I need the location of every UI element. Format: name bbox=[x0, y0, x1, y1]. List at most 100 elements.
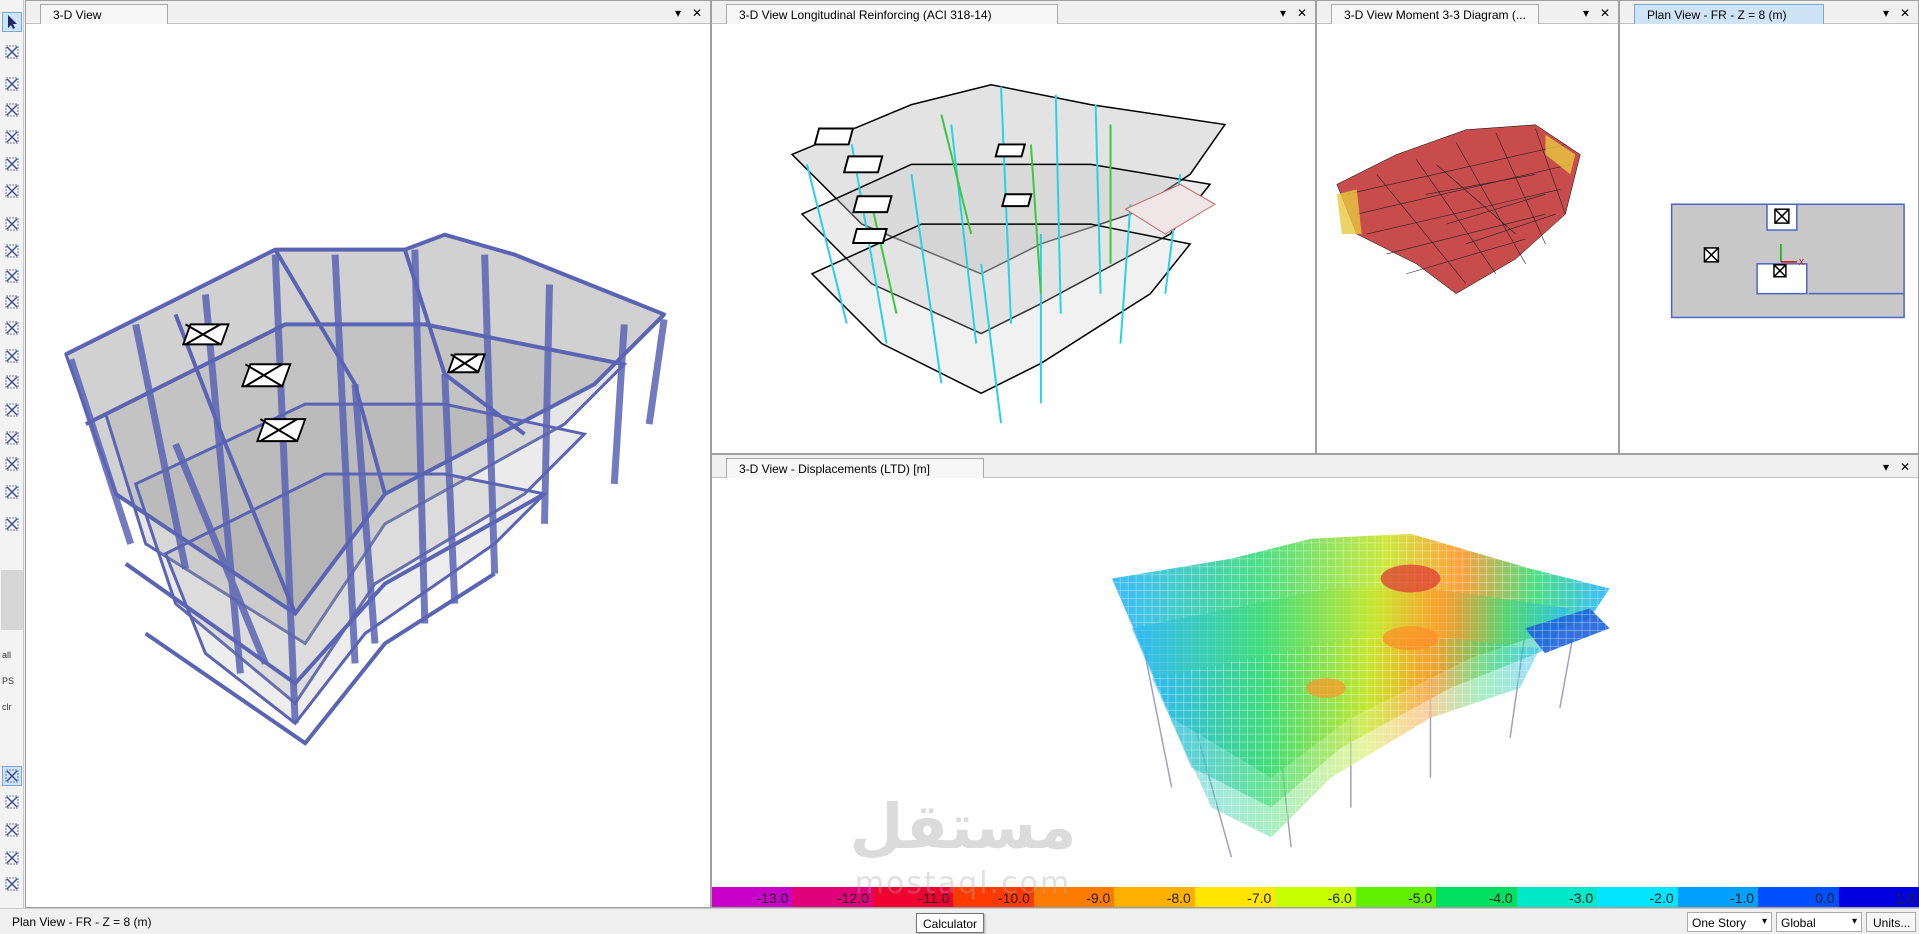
legend-label: -3.0 bbox=[1569, 890, 1594, 906]
floor-icon[interactable] bbox=[2, 241, 22, 261]
legend-segment: -8.0 bbox=[1114, 887, 1195, 907]
legend-label: -1.0 bbox=[1729, 890, 1755, 906]
chevron-down-icon[interactable]: ▾ bbox=[1578, 5, 1594, 21]
displacement-contour-3d bbox=[1111, 533, 1610, 858]
chevron-down-icon: ▾ bbox=[1851, 916, 1857, 927]
plan-drawing: X bbox=[1670, 203, 1905, 319]
status-text: Plan View - FR - Z = 8 (m) bbox=[12, 915, 152, 929]
close-icon[interactable]: ✕ bbox=[1294, 5, 1310, 21]
window-plan-view[interactable]: Plan View - FR - Z = 8 (m) ▾ ✕ X bbox=[1619, 0, 1919, 454]
window-displacements[interactable]: 3-D View - Displacements (LTD) [m] ▾ ✕ bbox=[711, 454, 1919, 908]
legend-label: -5.0 bbox=[1408, 890, 1433, 906]
window-titlebar: 3-D View Moment 3-3 Diagram (... ▾ ✕ bbox=[1317, 1, 1618, 24]
legend-label: -6.0 bbox=[1327, 890, 1352, 906]
viewport-moment[interactable] bbox=[1317, 25, 1618, 453]
tab-displacements[interactable]: 3-D View - Displacements (LTD) [m] bbox=[726, 458, 984, 478]
chevron-down-icon: ▾ bbox=[1761, 916, 1767, 927]
line-icon[interactable] bbox=[2, 74, 22, 94]
tab-3d-view[interactable]: 3-D View bbox=[40, 4, 168, 24]
window-moment-diagram[interactable]: 3-D View Moment 3-3 Diagram (... ▾ ✕ bbox=[1316, 0, 1619, 454]
coordinate-select-value: Global bbox=[1781, 916, 1816, 930]
legend-label: -2.0 bbox=[1649, 890, 1674, 906]
pointer-arrow-icon[interactable] bbox=[2, 12, 22, 32]
circle-area-icon[interactable] bbox=[2, 318, 22, 338]
select-clr-button[interactable]: clr bbox=[2, 702, 12, 712]
snap-intersection-icon[interactable] bbox=[2, 792, 22, 812]
select-PS-button[interactable]: PS bbox=[2, 676, 14, 686]
moment-fills bbox=[1336, 124, 1581, 294]
legend-label: -12.0 bbox=[837, 890, 869, 906]
rect-area-icon[interactable] bbox=[2, 266, 22, 286]
legend-segment: -10.0 bbox=[953, 887, 1034, 907]
snap-perpendicular-icon[interactable] bbox=[2, 820, 22, 840]
legend-label: -4.0 bbox=[1488, 890, 1513, 906]
frame-model-3d bbox=[64, 232, 668, 746]
wall-stack-icon[interactable] bbox=[2, 346, 22, 366]
chevron-down-icon[interactable]: ▾ bbox=[670, 5, 686, 21]
point-icon[interactable] bbox=[2, 400, 22, 420]
chevron-down-icon[interactable]: ▾ bbox=[1275, 5, 1291, 21]
close-icon[interactable]: ✕ bbox=[689, 5, 705, 21]
window-longitudinal-reinforcing[interactable]: 3-D View Longitudinal Reinforcing (ACI 3… bbox=[711, 0, 1316, 454]
draw-column-icon[interactable] bbox=[2, 154, 22, 174]
units-button[interactable]: Units... bbox=[1866, 912, 1916, 932]
tab-longitudinal-reinforcing[interactable]: 3-D View Longitudinal Reinforcing (ACI 3… bbox=[726, 4, 1058, 24]
close-icon[interactable]: ✕ bbox=[1897, 5, 1913, 21]
legend-label: -7.0 bbox=[1247, 890, 1272, 906]
legend-segment: -2.0 bbox=[1597, 887, 1678, 907]
snap-lines-icon[interactable] bbox=[2, 848, 22, 868]
snap-ends-icon[interactable] bbox=[2, 766, 22, 786]
contour-slabs bbox=[1111, 533, 1610, 838]
window-3d-view[interactable]: 3-D View ▾ ✕ bbox=[25, 0, 711, 908]
snap-grid-icon[interactable] bbox=[2, 874, 22, 894]
legend-segment: 1.0 bbox=[1838, 887, 1919, 907]
window-titlebar: 3-D View - Displacements (LTD) [m] ▾ ✕ bbox=[712, 455, 1918, 478]
coordinate-system-select[interactable]: Global ▾ bbox=[1776, 912, 1862, 932]
reshape-icon[interactable] bbox=[2, 42, 22, 62]
viewport-displacements[interactable] bbox=[712, 479, 1918, 907]
legend-label: -9.0 bbox=[1086, 890, 1111, 906]
etabs-main-window: all PS clr 3-D View ▾ ✕ 3-D View Longitu… bbox=[0, 0, 1919, 934]
axis-x-label: X bbox=[1799, 258, 1805, 267]
select-all-button[interactable]: all bbox=[2, 650, 11, 660]
draw-wall-icon[interactable] bbox=[2, 181, 22, 201]
draw-brace-icon[interactable] bbox=[2, 127, 22, 147]
legend-segment: -11.0 bbox=[872, 887, 954, 907]
legend-segment: -4.0 bbox=[1436, 887, 1517, 907]
viewport-reinforcing[interactable] bbox=[712, 25, 1315, 453]
legend-label: -8.0 bbox=[1166, 890, 1191, 906]
legend-segment: 0.0 bbox=[1758, 887, 1839, 907]
dimension-icon[interactable] bbox=[2, 514, 22, 534]
moment-diagram-3d bbox=[1336, 124, 1581, 294]
grid-icon[interactable] bbox=[2, 428, 22, 448]
link-icon[interactable] bbox=[2, 372, 22, 392]
chevron-down-icon[interactable]: ▾ bbox=[1878, 5, 1894, 21]
spring-icon[interactable] bbox=[2, 482, 22, 502]
close-icon[interactable]: ✕ bbox=[1897, 459, 1913, 475]
viewport-plan[interactable]: X bbox=[1620, 25, 1918, 453]
legend-segment: -3.0 bbox=[1516, 887, 1598, 907]
legend-segment: -7.0 bbox=[1194, 887, 1276, 907]
story-select[interactable]: One Story ▾ bbox=[1687, 912, 1772, 932]
window-titlebar: Plan View - FR - Z = 8 (m) ▾ ✕ bbox=[1620, 1, 1918, 24]
viewport-3d-frame-model[interactable] bbox=[26, 25, 710, 907]
window-titlebar: 3-D View Longitudinal Reinforcing (ACI 3… bbox=[712, 1, 1315, 24]
draw-beam-icon[interactable] bbox=[2, 100, 22, 120]
quick-area-icon[interactable] bbox=[2, 292, 22, 312]
tab-plan-view[interactable]: Plan View - FR - Z = 8 (m) bbox=[1634, 4, 1824, 24]
opening-icon[interactable] bbox=[2, 214, 22, 234]
legend-label: 0.0 bbox=[1815, 890, 1835, 906]
legend-label: -13.0 bbox=[756, 890, 789, 906]
legend-segment: -1.0 bbox=[1677, 887, 1759, 907]
legend-segment: -9.0 bbox=[1033, 887, 1115, 907]
legend-segment: -6.0 bbox=[1275, 887, 1356, 907]
tendon-icon[interactable] bbox=[2, 454, 22, 474]
legend-label: -11.0 bbox=[918, 890, 950, 906]
tab-moment-diagram[interactable]: 3-D View Moment 3-3 Diagram (... bbox=[1331, 4, 1539, 24]
chevron-down-icon[interactable]: ▾ bbox=[1878, 459, 1894, 475]
displacement-color-legend: -13.0 -12.0 -11.0 -10.0 -9.0 -8.0 -7.0 -6.0 -5.0… bbox=[712, 887, 1919, 907]
story-select-value: One Story bbox=[1692, 916, 1747, 930]
legend-segment: -5.0 bbox=[1355, 887, 1437, 907]
reinforcing-model-3d bbox=[790, 83, 1227, 424]
close-icon[interactable]: ✕ bbox=[1597, 5, 1613, 21]
